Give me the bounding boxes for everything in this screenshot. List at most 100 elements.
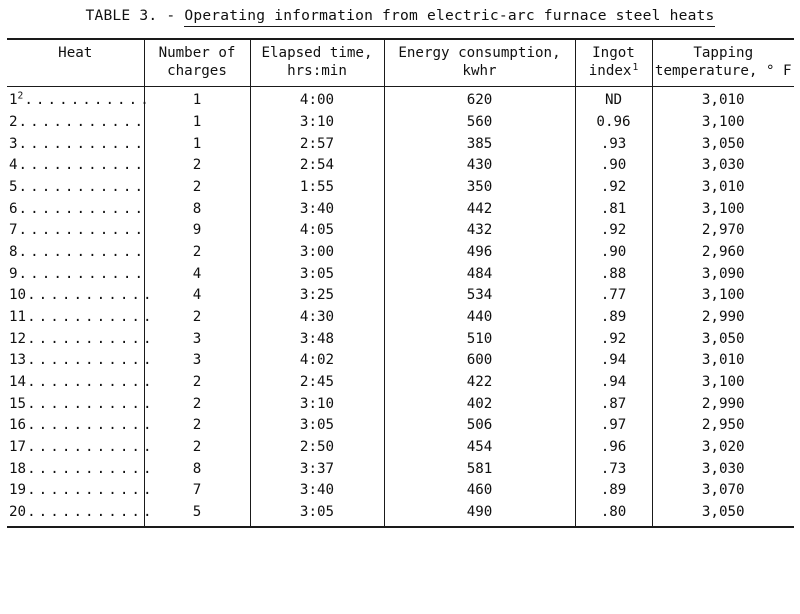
cell-tapping-temperature: 2,950 bbox=[651, 414, 794, 437]
cell-ingot-index: .93 bbox=[574, 133, 652, 155]
table-row: 5........... 2 1:55 350.92 3,010 bbox=[7, 176, 794, 199]
table-caption: TABLE 3. - Operating information from el… bbox=[0, 0, 800, 27]
cell-ingot-index: .89 bbox=[574, 306, 652, 329]
dot-leader: ........... bbox=[18, 114, 147, 131]
cell-tapping-temperature: 3,100 bbox=[651, 284, 794, 307]
heat-number: 3 bbox=[9, 135, 18, 152]
cell-heat: 18........... bbox=[7, 458, 152, 480]
heat-number: 11 bbox=[9, 308, 27, 325]
cell-tapping-temperature: 3,010 bbox=[651, 86, 794, 112]
column-header-elapsed-time: Elapsed time, hrs:min bbox=[249, 37, 384, 87]
cell-tapping-temperature: 3,010 bbox=[651, 176, 794, 199]
cell-ingot-index: .88 bbox=[574, 263, 652, 285]
document-page: TABLE 3. - Operating information from el… bbox=[0, 0, 800, 614]
table-row: 4........... 2 2:54 430.90 3,030 bbox=[7, 154, 794, 177]
cell-number-of-charges: 1 bbox=[143, 86, 250, 112]
cell-energy-consumption: 454 bbox=[383, 436, 575, 459]
cell-elapsed-time: 3:10 bbox=[249, 111, 384, 134]
cell-number-of-charges: 4 bbox=[143, 284, 250, 307]
cell-ingot-index: .77 bbox=[574, 284, 652, 307]
cell-heat: 6........... bbox=[7, 198, 144, 220]
dot-leader: ........... bbox=[18, 265, 147, 282]
cell-elapsed-time: 4:00 bbox=[249, 86, 384, 112]
dot-leader: ........... bbox=[18, 222, 147, 239]
cell-heat: 8........... bbox=[7, 242, 144, 264]
cell-energy-consumption: 484 bbox=[383, 263, 575, 285]
table-caption-title: Operating information from electric-arc … bbox=[184, 7, 715, 27]
dot-leader: ........... bbox=[18, 244, 147, 260]
cell-energy-consumption: 402 bbox=[383, 393, 575, 415]
table-row: 8........... 2 3:00 496.90 2,960 bbox=[7, 241, 794, 264]
cell-tapping-temperature: 2,990 bbox=[651, 306, 794, 329]
heat-number: 10 bbox=[9, 287, 27, 304]
cell-elapsed-time: 3:10 bbox=[249, 393, 384, 415]
table-row: 9........... 4 3:05 484.88 3,090 bbox=[7, 263, 794, 285]
cell-ingot-index: .73 bbox=[574, 458, 652, 480]
cell-number-of-charges: 3 bbox=[143, 328, 250, 350]
cell-ingot-index: .80 bbox=[574, 501, 652, 529]
cell-elapsed-time: 2:50 bbox=[249, 436, 384, 459]
cell-number-of-charges: 8 bbox=[143, 458, 250, 480]
dot-leader: ........... bbox=[27, 395, 155, 412]
cell-ingot-index: .92 bbox=[574, 219, 652, 242]
cell-ingot-index: .92 bbox=[574, 176, 652, 199]
cell-tapping-temperature: 2,990 bbox=[651, 393, 794, 415]
cell-heat: 14........... bbox=[7, 371, 152, 393]
table-row: 12........... 3 3:48 510.92 3,050 bbox=[7, 328, 794, 350]
dot-leader: ........... bbox=[24, 92, 152, 109]
cell-ingot-index: .94 bbox=[574, 349, 652, 372]
dot-leader: ........... bbox=[18, 200, 147, 217]
cell-elapsed-time: 3:25 bbox=[249, 284, 384, 307]
heat-number: 1 bbox=[9, 92, 18, 109]
heat-number: 6 bbox=[9, 200, 18, 217]
heat-number: 12 bbox=[9, 330, 27, 347]
dot-leader: ........... bbox=[27, 482, 155, 499]
column-header-number-of-charges: Number of charges bbox=[143, 37, 250, 87]
cell-heat: 17........... bbox=[7, 436, 152, 458]
heat-number: 2 bbox=[9, 114, 18, 131]
cell-elapsed-time: 3:48 bbox=[249, 328, 384, 350]
cell-heat: 10........... bbox=[7, 285, 152, 307]
cell-heat: 3........... bbox=[7, 133, 144, 155]
heat-number: 20 bbox=[9, 503, 27, 520]
cell-ingot-index: .97 bbox=[574, 414, 652, 437]
cell-elapsed-time: 2:54 bbox=[249, 154, 384, 177]
dot-leader: ........... bbox=[27, 330, 155, 347]
cell-elapsed-time: 4:05 bbox=[249, 219, 384, 242]
heat-number: 14 bbox=[9, 373, 27, 390]
operating-information-table: Heat Number of charges Elapsed time, hrs… bbox=[7, 37, 794, 529]
dot-leader: ........... bbox=[27, 460, 155, 477]
cell-number-of-charges: 7 bbox=[143, 479, 250, 502]
cell-energy-consumption: 560 bbox=[383, 111, 575, 134]
cell-number-of-charges: 1 bbox=[143, 133, 250, 155]
cell-heat: 19........... bbox=[7, 480, 152, 502]
cell-energy-consumption: 422 bbox=[383, 371, 575, 394]
cell-number-of-charges: 1 bbox=[143, 111, 250, 134]
table-row: 14........... 2 2:45 422.94 3,100 bbox=[7, 371, 794, 394]
table-row: 15........... 2 3:10 402.87 2,990 bbox=[7, 393, 794, 415]
cell-number-of-charges: 2 bbox=[143, 241, 250, 264]
table-row: 18........... 8 3:37 581.73 3,030 bbox=[7, 458, 794, 480]
cell-number-of-charges: 2 bbox=[143, 176, 250, 199]
dot-leader: ........... bbox=[27, 287, 155, 304]
cell-elapsed-time: 1:55 bbox=[249, 176, 384, 199]
dot-leader: ........... bbox=[18, 179, 147, 196]
heat-number: 9 bbox=[9, 265, 18, 282]
cell-energy-consumption: 620 bbox=[383, 86, 575, 112]
column-header-ingot-index: Ingot index1 bbox=[574, 37, 652, 87]
cell-energy-consumption: 490 bbox=[383, 501, 575, 529]
dot-leader: ........... bbox=[27, 373, 155, 390]
cell-energy-consumption: 442 bbox=[383, 198, 575, 220]
heat-number: 17 bbox=[9, 438, 27, 455]
heat-number: 7 bbox=[9, 222, 18, 239]
heat-number: 15 bbox=[9, 395, 27, 412]
cell-tapping-temperature: 2,970 bbox=[651, 219, 794, 242]
table-row: 20........... 5 3:05 490.80 3,050 bbox=[7, 501, 794, 529]
cell-number-of-charges: 3 bbox=[143, 349, 250, 372]
cell-heat: 12........... bbox=[7, 328, 152, 350]
cell-tapping-temperature: 3,070 bbox=[651, 479, 794, 502]
cell-number-of-charges: 5 bbox=[143, 501, 250, 529]
dot-leader: ........... bbox=[27, 308, 155, 325]
cell-ingot-index: .92 bbox=[574, 328, 652, 350]
cell-energy-consumption: 534 bbox=[383, 284, 575, 307]
